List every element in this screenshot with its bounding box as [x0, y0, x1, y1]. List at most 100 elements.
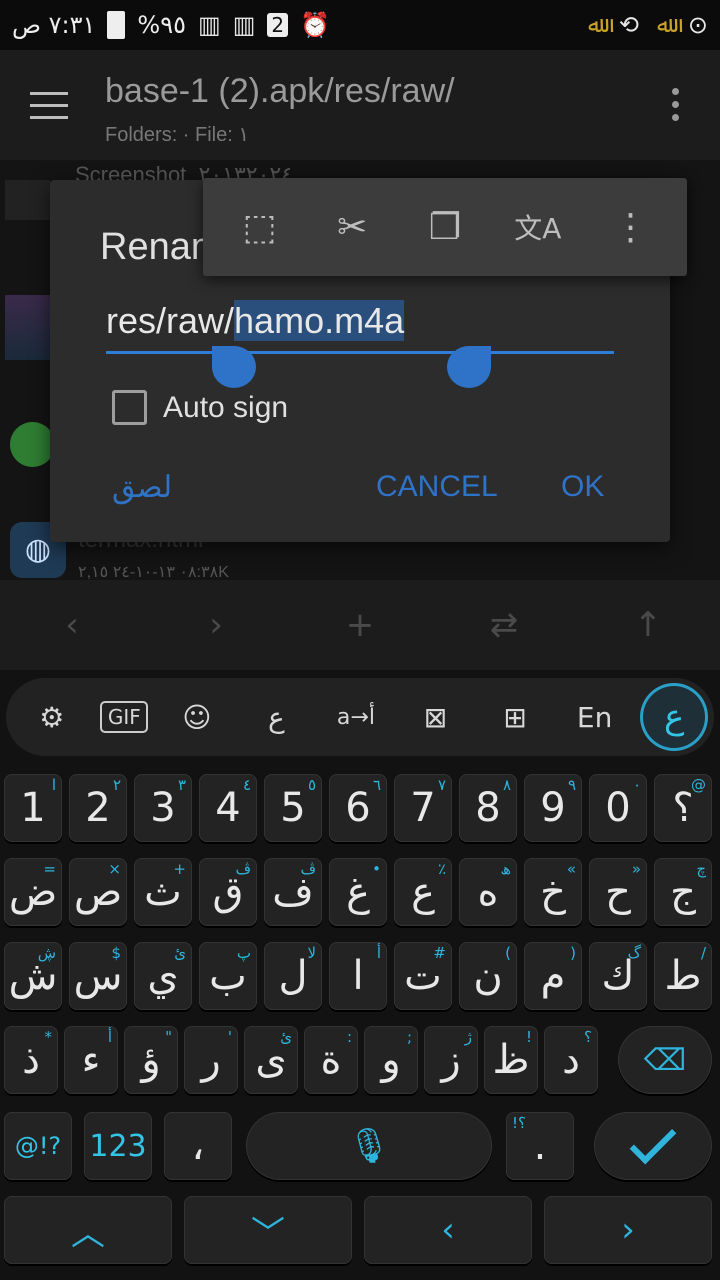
arrow-left-key[interactable]: ‹ — [364, 1196, 532, 1264]
english-layout-icon[interactable]: En — [564, 686, 626, 748]
key-digit[interactable]: ؟ @ — [654, 774, 712, 842]
key-letter[interactable]: ح» — [589, 858, 647, 926]
add-icon[interactable]: + — [330, 605, 390, 645]
key-label: م — [540, 953, 566, 999]
key-digit[interactable]: 0٠ — [589, 774, 647, 842]
auto-sign-checkbox[interactable] — [112, 390, 147, 425]
key-letter[interactable]: م) — [524, 942, 582, 1010]
cut-icon[interactable]: ✂ — [327, 202, 377, 252]
key-letter[interactable]: زژ — [424, 1026, 478, 1094]
key-digit[interactable]: 5٥ — [264, 774, 322, 842]
swap-icon[interactable]: ⇄ — [474, 605, 534, 645]
key-digit[interactable]: 9٩ — [524, 774, 582, 842]
key-hint: : — [346, 1028, 352, 1046]
backspace-key[interactable]: ⌫ — [618, 1026, 712, 1094]
key-letter[interactable]: خ « — [524, 858, 582, 926]
paste-button[interactable]: لصق — [112, 470, 172, 505]
key-letter[interactable]: ة: — [304, 1026, 358, 1094]
key-hint: × — [108, 860, 121, 878]
key-label: 7 — [410, 785, 436, 831]
key-letter[interactable]: د ؟ — [544, 1026, 598, 1094]
copy-icon[interactable]: ❐ — [420, 202, 470, 252]
key-label: 9 — [540, 785, 566, 831]
gif-icon[interactable]: GIF — [100, 701, 149, 733]
key-digit[interactable]: 4٤ — [199, 774, 257, 842]
key-letter[interactable]: قڤ — [199, 858, 257, 926]
transliterate-icon[interactable]: a→أ — [325, 686, 387, 748]
key-label: ة — [320, 1037, 342, 1083]
key-digit[interactable]: 7٧ — [394, 774, 452, 842]
key-letter[interactable]: ط / — [654, 942, 712, 1010]
more-vert-icon[interactable] — [672, 88, 680, 127]
key-label: ز — [441, 1037, 461, 1083]
more-vert-icon[interactable]: ⋮ — [606, 202, 656, 252]
battery-icon — [107, 11, 126, 39]
key-letter[interactable]: ؤ " — [124, 1026, 178, 1094]
arabic-layout-icon[interactable]: ع — [643, 686, 706, 748]
key-letter[interactable]: و; — [364, 1026, 418, 1094]
translate-icon[interactable]: 文A — [513, 202, 563, 252]
key-letter[interactable]: س $ — [69, 942, 127, 1010]
selected-filename[interactable]: hamo.m4a — [234, 300, 405, 341]
key-letter[interactable]: غ • — [329, 858, 387, 926]
up-icon[interactable]: ↑ — [618, 605, 678, 645]
alarm-icon: ⏰ — [300, 11, 331, 39]
arrow-down-key[interactable]: ﹀ — [184, 1196, 352, 1264]
key-digit[interactable]: 2٢ — [69, 774, 127, 842]
key-letter[interactable]: اأ — [329, 942, 387, 1010]
numbers-key[interactable]: 123 — [84, 1112, 152, 1180]
key-letter[interactable]: ث + — [134, 858, 192, 926]
symbols-key[interactable]: @!? — [4, 1112, 72, 1180]
key-hint: ٨ — [502, 776, 511, 794]
key-letter[interactable]: جچ — [654, 858, 712, 926]
key-letter[interactable]: ن( — [459, 942, 517, 1010]
filename-input[interactable]: res/raw/hamo.m4a — [106, 300, 405, 342]
calculator-icon[interactable]: ⊞ — [484, 686, 546, 748]
selection-start-handle[interactable] — [212, 346, 256, 388]
enter-key[interactable] — [594, 1112, 712, 1180]
key-letter[interactable]: ىئ — [244, 1026, 298, 1094]
emoji-icon[interactable]: ☺ — [166, 686, 228, 748]
period-key[interactable]: . !؟ — [506, 1112, 574, 1180]
key-letter[interactable]: ر ' — [184, 1026, 238, 1094]
key-letter[interactable]: كگ — [589, 942, 647, 1010]
key-digit[interactable]: 6٦ — [329, 774, 387, 842]
key-letter[interactable]: ذ * — [4, 1026, 58, 1094]
key-letter[interactable]: فڤ — [264, 858, 322, 926]
key-label: ء — [81, 1037, 101, 1083]
menu-icon[interactable] — [30, 92, 68, 119]
image-thumbnail[interactable] — [5, 295, 50, 360]
clipboard-icon[interactable]: ⊠ — [405, 686, 467, 748]
comma-key[interactable]: ، — [164, 1112, 232, 1180]
key-label: ل — [278, 953, 308, 999]
key-letter[interactable]: هھ — [459, 858, 517, 926]
key-letter[interactable]: ت # — [394, 942, 452, 1010]
key-digit[interactable]: 1ا — [4, 774, 62, 842]
arrow-up-key[interactable]: ︿ — [4, 1196, 172, 1264]
key-hint: " — [165, 1028, 172, 1046]
key-letter[interactable]: ض = — [4, 858, 62, 926]
key-letter[interactable]: ل لا — [264, 942, 322, 1010]
key-letter[interactable]: يئ — [134, 942, 192, 1010]
settings-icon[interactable]: ⚙ — [21, 686, 83, 748]
arrow-right-key[interactable]: › — [544, 1196, 712, 1264]
key-letter[interactable]: ص × — [69, 858, 127, 926]
ok-button[interactable]: OK — [561, 470, 604, 504]
key-letter[interactable]: ءأ — [64, 1026, 118, 1094]
image-thumbnail[interactable] — [5, 180, 50, 220]
key-letter[interactable]: ع ٪ — [394, 858, 452, 926]
key-digit[interactable]: 8٨ — [459, 774, 517, 842]
handwriting-icon[interactable]: ع — [245, 686, 307, 748]
back-icon[interactable]: ‹ — [42, 605, 102, 645]
cancel-button[interactable]: CANCEL — [376, 470, 498, 504]
key-digit[interactable]: 3٣ — [134, 774, 192, 842]
key-letter[interactable]: بپ — [199, 942, 257, 1010]
selection-end-handle[interactable] — [447, 346, 491, 388]
key-letter[interactable]: ظ! — [484, 1026, 538, 1094]
auto-sign-label[interactable]: Auto sign — [163, 391, 288, 425]
forward-icon[interactable]: › — [186, 605, 246, 645]
app-icon[interactable] — [10, 422, 55, 467]
space-key[interactable]: 🎙 — [246, 1112, 492, 1180]
select-all-icon[interactable]: ⬚ — [234, 202, 284, 252]
key-letter[interactable]: شڜ — [4, 942, 62, 1010]
